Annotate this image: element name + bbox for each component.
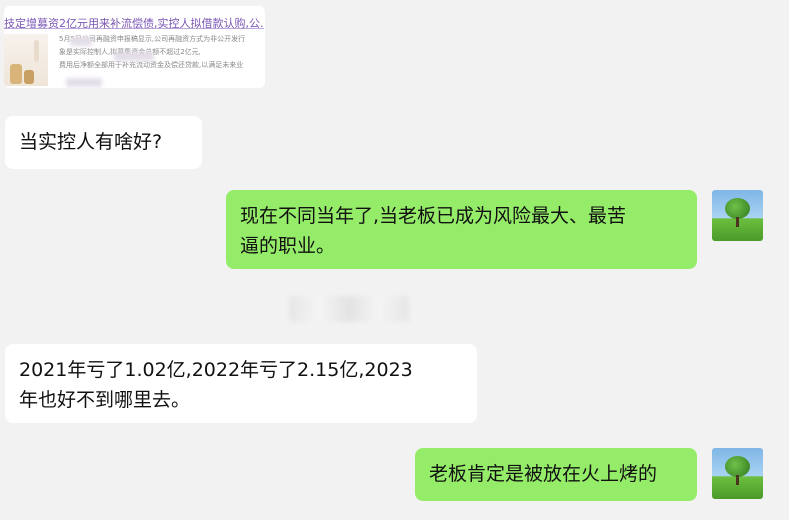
message-bubble-received[interactable]: 2021年亏了1.02亿,2022年亏了2.15亿,2023 年也好不到哪里去。 xyxy=(5,344,477,423)
message-bubble-received[interactable]: 当实控人有啥好? xyxy=(5,116,202,169)
shared-link-card[interactable]: 技定增募资2亿元用来补流偿债,实控人拟借款认购,公... 5月5日公司再融资申报… xyxy=(4,6,265,88)
message-bubble-sent[interactable]: 老板肯定是被放在火上烤的 xyxy=(415,448,697,501)
message-text: 老板肯定是被放在火上烤的 xyxy=(429,463,658,485)
self-avatar-icon[interactable] xyxy=(712,448,763,499)
self-avatar-icon[interactable] xyxy=(712,190,763,241)
link-desc-line: 费用后净额全部用于补充流动资金及偿还贷款,以满足未来业 xyxy=(59,61,244,69)
message-text-line: 逼的职业。 xyxy=(240,235,336,257)
redacted-block xyxy=(70,37,92,46)
message-text-line: 2021年亏了1.02亿,2022年亏了2.15亿,2023 xyxy=(19,359,413,381)
timestamp-redacted xyxy=(289,296,409,322)
message-text-line: 年也好不到哪里去。 xyxy=(19,389,191,411)
message-text: 当实控人有啥好? xyxy=(19,131,163,153)
redacted-block xyxy=(66,78,102,87)
link-title[interactable]: 技定增募资2亿元用来补流偿债,实控人拟借款认购,公... xyxy=(4,15,264,31)
message-bubble-sent[interactable]: 现在不同当年了,当老板已成为风险最大、最苦 逼的职业。 xyxy=(226,190,697,269)
link-thumbnail-image xyxy=(4,34,48,86)
link-desc-line: 象是实际控制人,拟募集资金总额不超过2亿元, xyxy=(59,46,265,59)
message-text-line: 现在不同当年了,当老板已成为风险最大、最苦 xyxy=(240,205,627,227)
redacted-block xyxy=(114,52,154,61)
